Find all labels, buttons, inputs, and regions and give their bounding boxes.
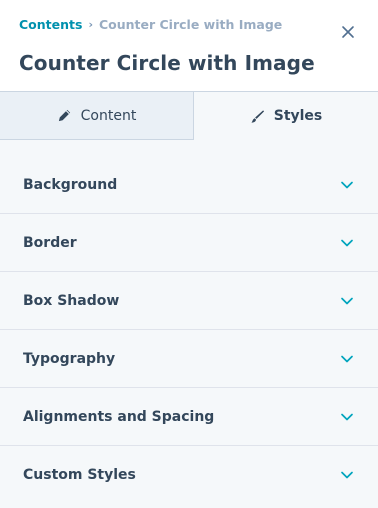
section-label: Typography [23, 350, 116, 367]
section-border[interactable]: Border [0, 214, 378, 272]
section-label: Border [23, 234, 77, 251]
section-label: Custom Styles [23, 467, 136, 483]
close-button[interactable] [340, 24, 356, 40]
pencil-icon [57, 108, 72, 123]
panel-header: Contents › Counter Circle with Image Cou… [0, 0, 378, 91]
chevron-down-icon [340, 410, 354, 424]
section-label: Background [23, 176, 118, 193]
tab-bar: Content Styles [0, 91, 378, 140]
breadcrumb-current: Counter Circle with Image [98, 17, 283, 32]
tab-content-label: Content [80, 107, 137, 124]
chevron-down-icon [340, 468, 354, 482]
breadcrumb: Contents › Counter Circle with Image [19, 17, 282, 32]
section-background[interactable]: Background [0, 156, 378, 214]
tab-styles[interactable]: Styles [194, 91, 378, 140]
tab-styles-label: Styles [273, 108, 323, 124]
chevron-down-icon [340, 236, 354, 250]
section-box-shadow[interactable]: Box Shadow [0, 272, 378, 330]
section-custom-styles[interactable]: Custom Styles [0, 446, 378, 504]
breadcrumb-separator: › [88, 18, 93, 31]
section-alignments-spacing[interactable]: Alignments and Spacing [0, 388, 378, 446]
section-label: Alignments and Spacing [23, 408, 215, 425]
section-label: Box Shadow [23, 292, 120, 309]
close-icon [342, 26, 354, 38]
chevron-down-icon [340, 178, 354, 192]
section-typography[interactable]: Typography [0, 330, 378, 388]
style-sections-list: Background Border Box Shadow Typography … [0, 156, 378, 504]
page-title: Counter Circle with Image [19, 51, 315, 75]
chevron-down-icon [340, 294, 354, 308]
brush-icon [250, 109, 265, 124]
tab-content[interactable]: Content [0, 91, 194, 140]
chevron-down-icon [340, 352, 354, 366]
breadcrumb-contents-link[interactable]: Contents [19, 17, 82, 32]
sidebar-editor-panel: Contents › Counter Circle with Image Cou… [0, 0, 378, 508]
